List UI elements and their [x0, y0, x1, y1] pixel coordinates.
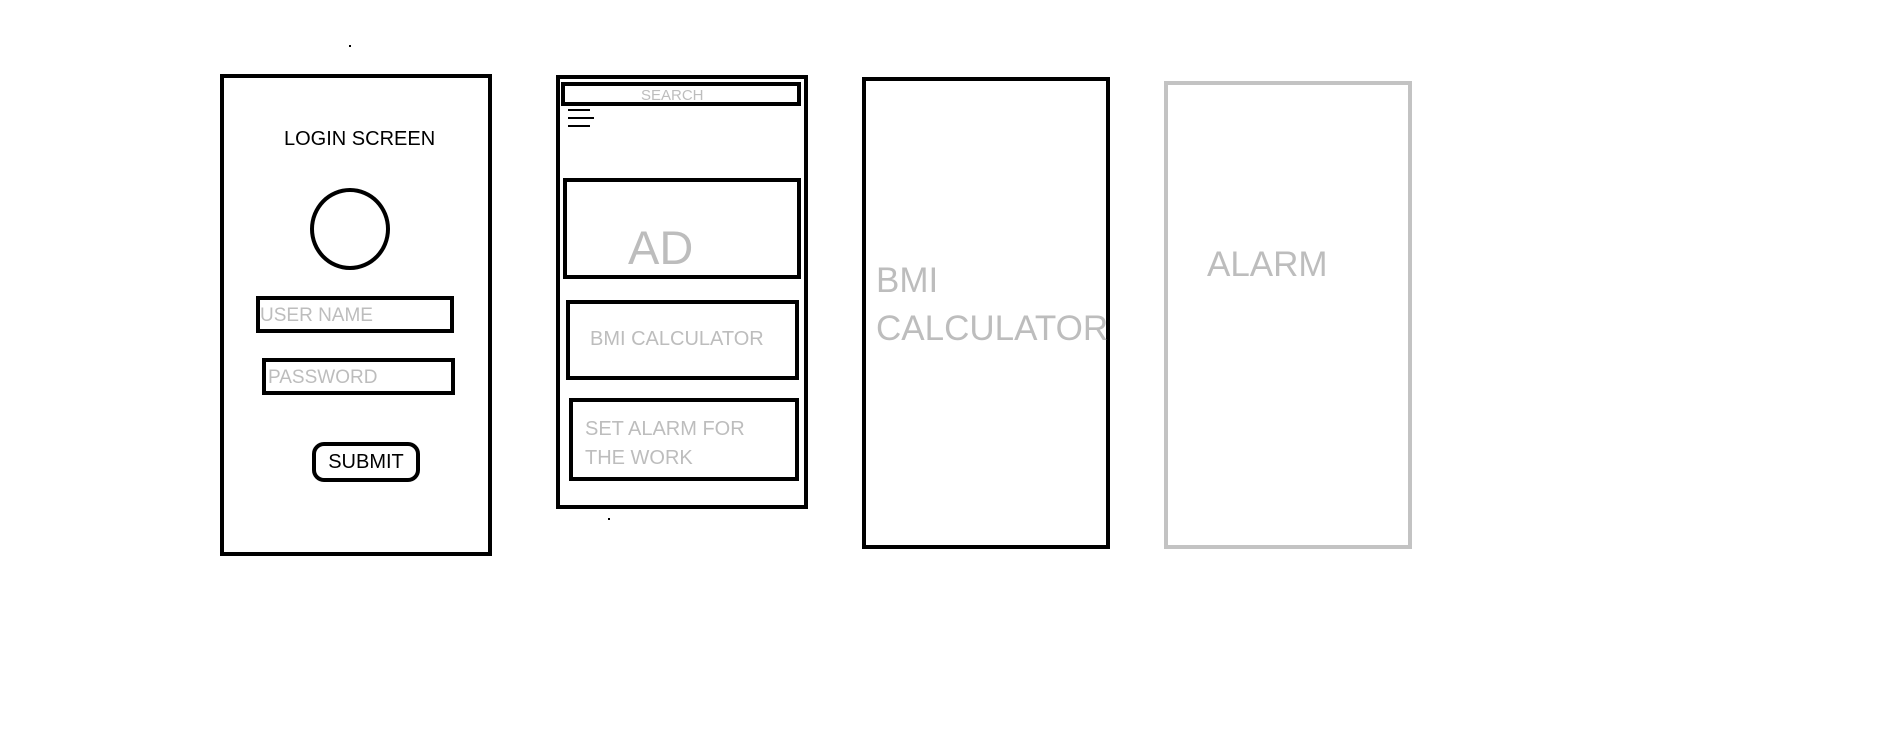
- bmi-screen-frame: BMI CALCULATOR: [862, 77, 1110, 549]
- alarm-card-line1: SET ALARM FOR: [585, 418, 745, 440]
- username-field[interactable]: USER NAME: [256, 296, 454, 333]
- bmi-title-line2: CALCULATOR: [876, 309, 1109, 348]
- login-screen-title: LOGIN SCREEN: [284, 128, 436, 150]
- sketch-speck: [349, 45, 351, 47]
- hamburger-menu-icon[interactable]: [568, 109, 594, 129]
- search-placeholder: SEARCH: [641, 87, 704, 104]
- alarm-screen-frame: ALARM: [1164, 81, 1412, 549]
- sketch-speck: [608, 518, 610, 520]
- password-field[interactable]: PASSWORD: [262, 358, 455, 395]
- alarm-title: ALARM: [1207, 245, 1328, 284]
- password-placeholder: PASSWORD: [268, 367, 378, 388]
- ad-label: AD: [628, 221, 694, 274]
- alarm-card-line2: THE WORK: [585, 447, 693, 469]
- avatar: [310, 188, 390, 270]
- username-placeholder: USER NAME: [260, 305, 373, 326]
- set-alarm-card[interactable]: SET ALARM FOR THE WORK: [569, 398, 799, 481]
- bmi-title-line1: BMI: [876, 261, 939, 300]
- bmi-card-label: BMI CALCULATOR: [590, 328, 764, 350]
- search-bar[interactable]: SEARCH: [561, 82, 801, 106]
- bmi-calculator-card[interactable]: BMI CALCULATOR: [566, 300, 799, 380]
- submit-button[interactable]: SUBMIT: [312, 442, 420, 482]
- ad-banner[interactable]: AD: [563, 178, 801, 279]
